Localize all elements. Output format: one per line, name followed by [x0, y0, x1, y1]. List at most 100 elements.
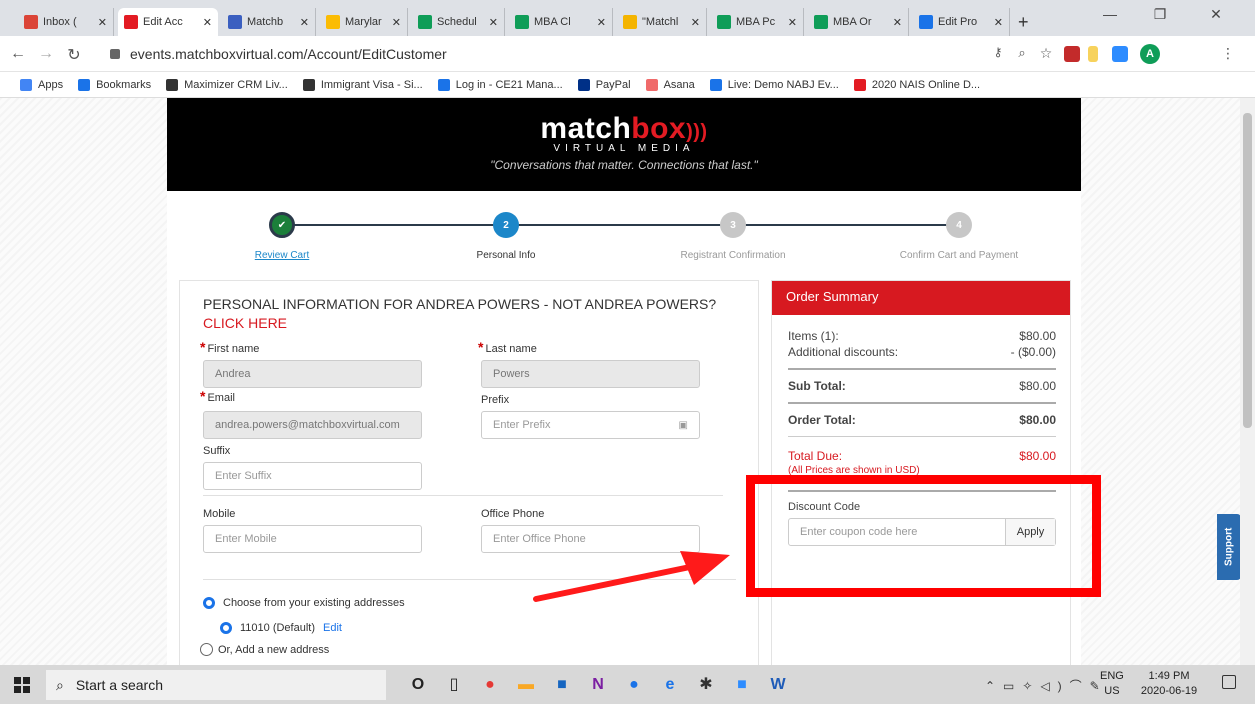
- close-tab-icon[interactable]: ✕: [597, 16, 606, 29]
- key-icon[interactable]: ⚷: [988, 45, 1008, 59]
- bookmark-9[interactable]: 2020 NAIS Online D...: [853, 78, 980, 91]
- scrollbar-thumb[interactable]: [1243, 113, 1252, 428]
- menu-icon[interactable]: ⋮: [1218, 45, 1238, 62]
- tab-8[interactable]: MBA Pc ✕: [711, 8, 804, 36]
- extension-key-icon[interactable]: [1088, 46, 1098, 62]
- calendar-icon: [228, 15, 242, 29]
- word-icon[interactable]: W: [768, 675, 788, 695]
- logo-subtitle: VIRTUAL MEDIA: [553, 143, 695, 154]
- reload-icon[interactable]: ↻: [64, 45, 84, 65]
- tab-6[interactable]: MBA Cl ✕: [509, 8, 613, 36]
- tab-4[interactable]: Marylar ✕: [320, 8, 408, 36]
- discounts-row: Additional discounts: - ($0.00): [788, 345, 1056, 359]
- step-1-label[interactable]: Review Cart: [202, 250, 362, 261]
- notification-icon[interactable]: [1222, 675, 1236, 689]
- windows-taskbar: ⌕ Start a search O ▯ ● ▬ ■ N ● e ✱ ■ W ⌃▭✧◁)⌒✎ ENG…: [0, 665, 1255, 704]
- slack-icon[interactable]: ✱: [696, 675, 716, 695]
- task-view-icon[interactable]: ▯: [444, 675, 464, 695]
- minimize-icon[interactable]: —: [1090, 6, 1130, 22]
- profile-avatar[interactable]: A: [1140, 44, 1160, 64]
- tab-3[interactable]: Matchb ✕: [222, 8, 316, 36]
- ce21-icon: [437, 78, 450, 91]
- tab-10[interactable]: Edit Pro ✕: [913, 8, 1010, 36]
- close-tab-icon[interactable]: ✕: [489, 16, 498, 29]
- zoom-meeting-icon[interactable]: [1112, 46, 1128, 62]
- bookmark-7[interactable]: Asana: [645, 78, 695, 91]
- page-content: matchbox))) VIRTUAL MEDIA "Conversations…: [0, 98, 1240, 665]
- bookmark-4[interactable]: Immigrant Visa - Si...: [302, 78, 423, 91]
- taskbar-search[interactable]: ⌕ Start a search: [46, 670, 386, 700]
- language-indicator[interactable]: ENG US: [1100, 669, 1124, 699]
- system-tray-icons[interactable]: ⌃▭✧◁)⌒✎: [985, 677, 1108, 694]
- prefix-placeholder: Enter Prefix: [493, 419, 551, 431]
- close-tab-icon[interactable]: ✕: [392, 16, 401, 29]
- bookmark-label: PayPal: [595, 78, 631, 91]
- search-placeholder: Start a search: [75, 677, 163, 693]
- clock[interactable]: 1:49 PM 2020-06-19: [1134, 669, 1204, 699]
- prefix-select[interactable]: Enter Prefix ▣: [481, 411, 700, 439]
- suffix-field[interactable]: Enter Suffix: [203, 462, 422, 490]
- forward-icon[interactable]: →: [36, 45, 56, 63]
- matchbox-logo[interactable]: matchbox))): [167, 112, 1081, 146]
- mobile-field[interactable]: Enter Mobile: [203, 525, 422, 553]
- existing-address-option[interactable]: Choose from your existing addresses: [203, 597, 405, 609]
- logo-text-match: match: [540, 112, 632, 145]
- new-tab-button[interactable]: +: [1018, 12, 1029, 33]
- tab-9[interactable]: MBA Or ✕: [808, 8, 909, 36]
- restore-icon[interactable]: ❐: [1140, 6, 1180, 23]
- edge-icon[interactable]: e: [660, 675, 680, 695]
- step-1-circle[interactable]: ✔: [269, 212, 295, 238]
- support-tab[interactable]: Support: [1217, 514, 1240, 580]
- tab-title: Matchb: [247, 16, 284, 28]
- bookmark-label: Immigrant Visa - Si...: [320, 78, 423, 91]
- close-tab-icon[interactable]: ✕: [203, 16, 212, 29]
- close-tab-icon[interactable]: ✕: [300, 16, 309, 29]
- address-option[interactable]: 11010 (Default) Edit: [220, 622, 342, 634]
- close-tab-icon[interactable]: ✕: [98, 16, 107, 29]
- bookmark-6[interactable]: PayPal: [577, 78, 631, 91]
- address-bar[interactable]: events.matchboxvirtual.com/Account/EditC…: [110, 42, 1060, 66]
- bookmark-8[interactable]: Live: Demo NABJ Ev...: [709, 78, 839, 91]
- bookmark-2[interactable]: Bookmarks: [78, 78, 152, 91]
- first-name-field[interactable]: Andrea: [203, 360, 422, 388]
- onenote-icon[interactable]: N: [588, 675, 608, 695]
- window-close-icon[interactable]: ✕: [1196, 6, 1236, 23]
- bookmark-5[interactable]: Log in - CE21 Mana...: [437, 78, 563, 91]
- last-name-field[interactable]: Powers: [481, 360, 700, 388]
- edit-address-link[interactable]: Edit: [323, 622, 342, 634]
- address-label: 11010 (Default): [240, 622, 316, 634]
- drive-icon: [326, 15, 340, 29]
- store-icon[interactable]: ■: [552, 675, 572, 695]
- click-here-link[interactable]: CLICK HERE: [203, 315, 287, 331]
- zoom-icon[interactable]: ⌕: [1012, 45, 1032, 61]
- tab-7[interactable]: "Matchl ✕: [617, 8, 707, 36]
- tab-2[interactable]: Edit Acc ✕: [118, 8, 218, 36]
- new-address-option[interactable]: Or, Add a new address: [200, 643, 329, 656]
- zoom-icon[interactable]: ■: [732, 675, 752, 695]
- chrome-alt-icon[interactable]: ●: [624, 675, 644, 695]
- bookmark-1[interactable]: Apps: [20, 78, 63, 91]
- close-tab-icon[interactable]: ✕: [893, 16, 902, 29]
- windows-start-icon[interactable]: [14, 677, 30, 693]
- file-explorer-icon[interactable]: ▬: [516, 675, 536, 695]
- back-icon[interactable]: ←: [8, 45, 28, 63]
- close-tab-icon[interactable]: ✕: [788, 16, 797, 29]
- form-heading: PERSONAL INFORMATION FOR ANDREA POWERS -…: [203, 296, 717, 312]
- acrobat-icon[interactable]: [1064, 46, 1080, 62]
- tab-title: MBA Cl: [534, 16, 571, 28]
- bookmark-star-icon[interactable]: ☆: [1036, 45, 1056, 62]
- radio-selected-icon[interactable]: [220, 622, 232, 634]
- tab-5[interactable]: Schedul ✕: [412, 8, 505, 36]
- page-scrollbar[interactable]: [1240, 98, 1255, 665]
- radio-empty-icon[interactable]: [200, 643, 213, 656]
- radio-selected-icon[interactable]: [203, 597, 215, 609]
- red-arrow-annotation: [533, 551, 730, 602]
- chrome-icon[interactable]: ●: [480, 675, 500, 695]
- cortana-icon[interactable]: O: [408, 675, 428, 695]
- close-tab-icon[interactable]: ✕: [994, 16, 1003, 29]
- bookmark-label: Bookmarks: [96, 78, 152, 91]
- tab-1[interactable]: Inbox (✕: [18, 8, 114, 36]
- email-field[interactable]: andrea.powers@matchboxvirtual.com: [203, 411, 422, 439]
- bookmark-3[interactable]: Maximizer CRM Liv...: [166, 78, 288, 91]
- close-tab-icon[interactable]: ✕: [691, 16, 700, 29]
